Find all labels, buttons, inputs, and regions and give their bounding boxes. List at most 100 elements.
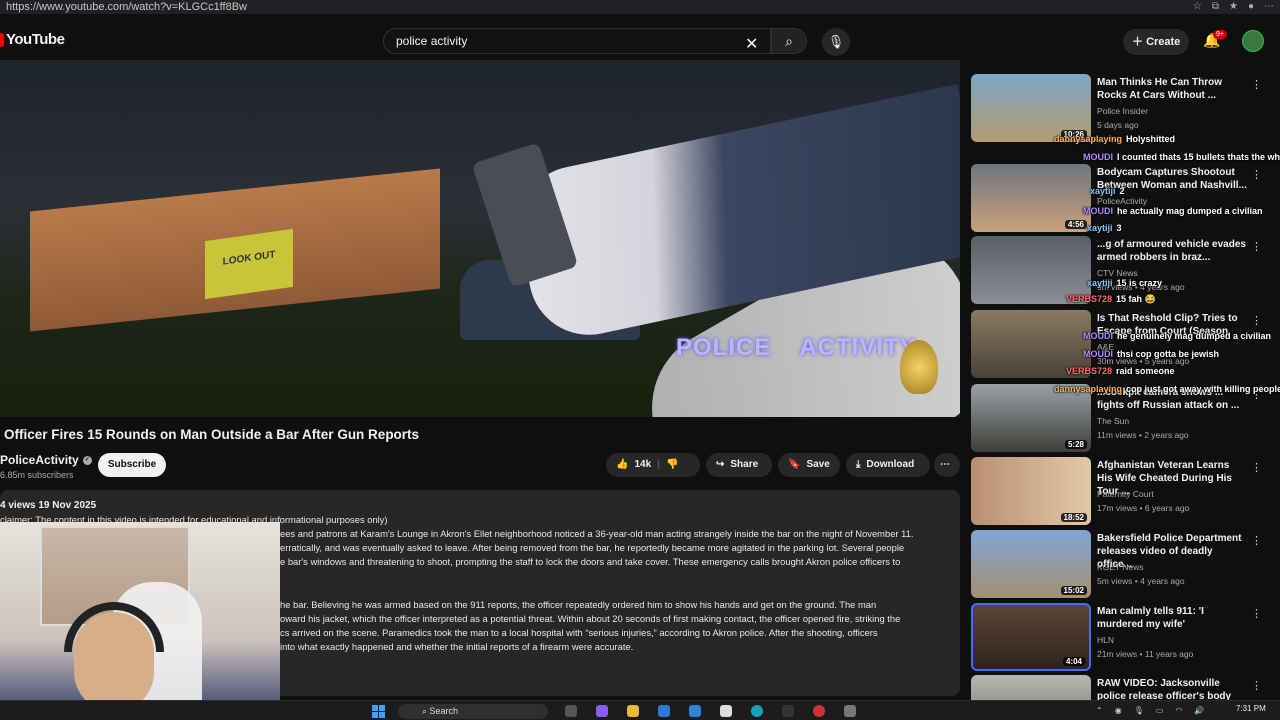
video-thumbnail[interactable]: 18:52 — [971, 457, 1091, 525]
thumbs-up-icon[interactable]: 👍 — [616, 453, 628, 477]
app-icon[interactable] — [782, 705, 794, 717]
like-dislike-group: 👍 14k | 👎 — [606, 453, 700, 477]
bookmark-star-icon[interactable]: ☆ — [1193, 0, 1202, 14]
recommended-video[interactable]: 18:52 Afghanistan Veteran Learns His Wif… — [971, 457, 1277, 527]
subscriber-count: 6.85m subscribers — [0, 470, 74, 480]
bookmark-icon: 🔖 — [788, 459, 801, 470]
more-actions-button[interactable]: ⋯ — [934, 453, 960, 477]
recommended-video[interactable]: 5:28 ...cockpit camera shows ... fights … — [971, 384, 1277, 454]
menu-dots-icon[interactable]: ⋯ — [1264, 0, 1274, 14]
more-options-icon[interactable]: ⋮ — [1251, 78, 1262, 91]
profile-icon[interactable]: ● — [1248, 0, 1254, 14]
windows-start-icon[interactable] — [372, 705, 385, 718]
view-count-date: 4 views 19 Nov 2025 — [0, 500, 97, 511]
chat-message: MOUDI he actually mag dumped a civilian — [1083, 206, 1263, 216]
video-title: Officer Fires 15 Rounds on Man Outside a… — [4, 427, 420, 442]
description-line: e bar's windows and threatening to shoot… — [280, 556, 901, 567]
mail-icon[interactable] — [689, 705, 701, 717]
download-button[interactable]: ⤓ Download — [846, 453, 930, 477]
search-icon: ⌕ — [422, 706, 430, 716]
chat-message: dannysaplaying cop just got away with kil… — [1054, 384, 1280, 394]
microphone-icon: 🎙 — [827, 34, 845, 49]
recommended-video[interactable]: 15:02 Bakersfield Police Department rele… — [971, 530, 1277, 600]
wifi-icon[interactable]: ◠ — [1175, 706, 1182, 715]
chat-message: dannysaplaying Holyshitted — [1054, 134, 1176, 144]
user-avatar[interactable] — [1242, 30, 1264, 52]
channel-name[interactable]: PoliceActivity ✓ — [0, 453, 92, 467]
search-icon: ⌕ — [785, 33, 793, 49]
more-options-icon[interactable]: ⋮ — [1251, 240, 1262, 253]
share-arrow-icon: ↪ — [716, 459, 725, 470]
task-view-icon[interactable] — [565, 705, 577, 717]
youtube-play-icon — [0, 32, 4, 47]
search-button[interactable]: ⌕ — [771, 28, 807, 54]
share-button[interactable]: ↪ Share — [706, 453, 772, 477]
more-options-icon[interactable]: ⋮ — [1251, 607, 1262, 620]
plus-icon: ＋ — [1132, 36, 1147, 48]
volume-icon[interactable]: 🔊 — [1194, 706, 1204, 715]
browser-url-bar[interactable]: https://www.youtube.com/watch?v=KLGCc1ff… — [0, 0, 1280, 14]
description-line: cs arrived on the scene. Paramedics took… — [280, 627, 878, 638]
taskbar-clock[interactable]: 7:31 PM — [1236, 704, 1266, 713]
youtube-header: YouTube police activity ✕ ⌕ 🎙 ＋ Create 🔔… — [0, 14, 1280, 60]
voice-search-button[interactable]: 🎙 — [822, 28, 850, 56]
copilot-icon[interactable] — [596, 705, 608, 717]
video-thumbnail[interactable]: 10:26 — [971, 74, 1091, 142]
like-count[interactable]: 14k — [634, 453, 651, 477]
windows-taskbar: ⌕ Search ⌃ ◉ 🎙 ▭ ◠ 🔊 7:31 PM — [0, 700, 1280, 720]
recommended-video[interactable]: RAW VIDEO: Jacksonville police release o… — [971, 675, 1277, 700]
microphone-icon[interactable]: 🎙 — [1134, 706, 1144, 715]
more-options-icon[interactable]: ⋮ — [1251, 461, 1262, 474]
recommended-video[interactable]: 4:04 Man calmly tells 911: 'I murdered m… — [971, 603, 1277, 673]
chat-message: xaytiji 15 is crazy — [1087, 278, 1163, 288]
chrome-icon[interactable] — [813, 705, 825, 717]
store-icon[interactable] — [658, 705, 670, 717]
chat-message: MOUDI I counted thats 15 bullets thats th… — [1083, 152, 1280, 162]
chat-message: MOUDI he genuinely mag dumped a civilian — [1083, 331, 1272, 341]
settings-gear-icon[interactable] — [844, 705, 856, 717]
video-thumbnail[interactable]: 4:04 — [971, 603, 1091, 671]
description-line: into what exactly happened and whether t… — [280, 641, 634, 652]
create-button[interactable]: ＋ Create — [1123, 29, 1189, 55]
video-thumbnail[interactable]: 15:02 — [971, 530, 1091, 598]
display-icon[interactable]: ▭ — [1156, 706, 1164, 715]
verified-check-icon: ✓ — [82, 455, 92, 465]
taskbar-search[interactable]: ⌕ Search — [398, 704, 548, 719]
video-thumbnail[interactable] — [971, 675, 1091, 700]
description-line: oward his jacket, which the officer inte… — [280, 613, 901, 624]
description-line: ees and patrons at Karam's Lounge in Akr… — [280, 528, 914, 539]
description-line: he bar. Believing he was armed based on … — [280, 599, 877, 610]
more-options-icon[interactable]: ⋮ — [1251, 534, 1262, 547]
video-thumbnail[interactable]: 5:28 — [971, 384, 1091, 452]
url-text[interactable]: https://www.youtube.com/watch?v=KLGCc1ff… — [6, 0, 247, 14]
save-button[interactable]: 🔖 Save — [778, 453, 840, 477]
notepad-icon[interactable] — [720, 705, 732, 717]
police-badge-logo — [900, 340, 938, 394]
download-arrow-icon: ⤓ — [856, 459, 861, 470]
subscribe-button[interactable]: Subscribe — [98, 453, 166, 477]
chat-message: xaytiji 2 — [1090, 186, 1125, 196]
thumbs-down-icon[interactable]: 👎 — [666, 453, 678, 477]
notification-count-badge: 9+ — [1213, 30, 1227, 39]
extension-icon[interactable]: ⧉ — [1212, 0, 1219, 14]
more-options-icon[interactable]: ⋮ — [1251, 168, 1262, 181]
chat-message: VERBS728 15 fah 😂 — [1066, 294, 1156, 304]
chat-message: MOUDI thsi cop gotta be jewish — [1083, 349, 1220, 359]
youtube-logo[interactable]: YouTube — [0, 31, 65, 48]
chevron-up-icon[interactable]: ⌃ — [1096, 706, 1103, 715]
video-player[interactable]: LOOK OUT POLICE ACTIVITY — [0, 60, 960, 417]
more-options-icon[interactable]: ⋮ — [1251, 314, 1262, 327]
network-icon[interactable]: ◉ — [1115, 706, 1122, 715]
favorites-icon[interactable]: ★ — [1229, 0, 1238, 14]
chat-message: xaytiji 3 — [1087, 223, 1122, 233]
clear-search-icon[interactable]: ✕ — [745, 34, 758, 54]
file-explorer-icon[interactable] — [627, 705, 639, 717]
system-tray: ⌃ ◉ 🎙 ▭ ◠ 🔊 — [1096, 706, 1204, 715]
search-input[interactable]: police activity — [383, 28, 771, 54]
video-thumbnail[interactable]: 4:56 — [971, 164, 1091, 232]
recommended-video[interactable]: 4:56 Bodycam Captures Shootout Between W… — [971, 164, 1277, 234]
edge-icon[interactable] — [751, 705, 763, 717]
more-options-icon[interactable]: ⋮ — [1251, 679, 1262, 692]
channel-watermark: POLICE ACTIVITY — [676, 334, 917, 361]
description-line: erratically, and was eventually asked to… — [280, 542, 905, 553]
